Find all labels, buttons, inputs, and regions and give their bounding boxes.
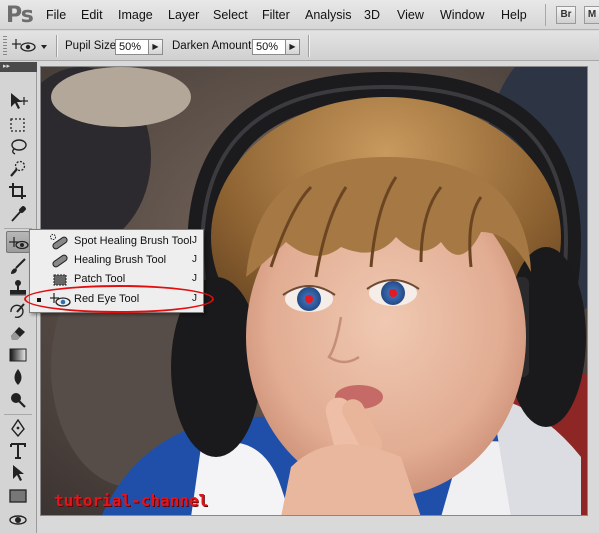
brush-tool[interactable] xyxy=(6,255,30,277)
watermark-text: tutorial-channel xyxy=(54,491,209,510)
history-brush-icon xyxy=(10,303,25,319)
dodge-tool[interactable] xyxy=(6,389,30,411)
pen-icon xyxy=(11,419,25,437)
mini-bridge-button[interactable]: M xyxy=(584,6,599,24)
crop-tool[interactable] xyxy=(6,180,30,202)
blur-drop-icon xyxy=(14,369,22,385)
menu-image[interactable]: Image xyxy=(118,8,153,22)
path-selection-tool[interactable] xyxy=(6,462,30,484)
flyout-label: Patch Tool xyxy=(74,273,126,285)
options-grip[interactable] xyxy=(3,36,7,56)
menu-help[interactable]: Help xyxy=(501,8,527,22)
red-eye-tool[interactable] xyxy=(6,231,30,253)
type-tool[interactable] xyxy=(6,440,30,462)
eraser-icon xyxy=(11,327,25,340)
pupil-size-field[interactable]: 50% xyxy=(115,39,149,55)
options-bar: Pupil Size: 50% ▶ Darken Amount: 50% ▶ xyxy=(0,31,599,61)
flyout-label: Healing Brush Tool xyxy=(74,254,167,266)
path-selection-icon xyxy=(13,465,24,481)
darken-amount-label: Darken Amount: xyxy=(172,40,255,52)
marquee-tool[interactable] xyxy=(6,114,30,136)
options-separator xyxy=(56,35,57,57)
menu-edit[interactable]: Edit xyxy=(81,8,103,22)
flyout-item-spot-healing-brush[interactable]: Spot Healing Brush Tool J xyxy=(30,232,203,251)
gradient-tool[interactable] xyxy=(6,344,30,366)
quick-selection-tool[interactable] xyxy=(6,158,30,180)
rectangle-tool[interactable] xyxy=(6,485,30,507)
flyout-shortcut: J xyxy=(192,235,197,246)
clone-stamp-icon xyxy=(10,280,26,296)
menu-window[interactable]: Window xyxy=(440,8,484,22)
spot-healing-brush-icon xyxy=(50,234,68,250)
menu-separator xyxy=(545,4,546,26)
quick-selection-icon xyxy=(10,160,26,177)
tools-separator xyxy=(4,414,32,415)
move-tool[interactable] xyxy=(6,90,30,112)
menu-bar: Ps File Edit Image Layer Select Filter A… xyxy=(0,0,599,30)
tools-panel-collapse[interactable]: ▸▸ xyxy=(0,62,37,72)
menu-analysis[interactable]: Analysis xyxy=(305,8,352,22)
menu-view[interactable]: View xyxy=(397,8,424,22)
gradient-icon xyxy=(9,348,27,362)
photoshop-logo: Ps xyxy=(6,3,34,28)
bridge-button[interactable]: Br xyxy=(556,6,576,24)
tools-separator xyxy=(4,228,32,229)
rectangular-marquee-icon xyxy=(10,118,25,132)
flyout-shortcut: J xyxy=(192,254,197,265)
pupil-size-label: Pupil Size: xyxy=(65,40,120,52)
red-eye-tool-icon xyxy=(12,39,47,52)
lasso-icon xyxy=(11,139,27,155)
options-separator xyxy=(308,35,309,57)
menu-filter[interactable]: Filter xyxy=(262,8,290,22)
red-eye-icon xyxy=(9,237,29,250)
flyout-label: Spot Healing Brush Tool xyxy=(74,235,192,247)
move-icon xyxy=(11,93,28,109)
type-icon xyxy=(10,443,26,459)
menu-layer[interactable]: Layer xyxy=(168,8,199,22)
brush-icon xyxy=(11,258,26,274)
eyedropper-tool[interactable] xyxy=(6,203,30,225)
flyout-item-healing-brush[interactable]: Healing Brush Tool J xyxy=(30,251,203,270)
tool-preset-picker[interactable] xyxy=(12,37,50,55)
flyout-shortcut: J xyxy=(192,273,197,284)
darken-amount-field[interactable]: 50% xyxy=(252,39,286,55)
pupil-size-slider-arrow[interactable]: ▶ xyxy=(149,39,163,55)
lasso-tool[interactable] xyxy=(6,136,30,158)
3d-rotate-icon xyxy=(9,515,27,525)
red-highlight-ellipse xyxy=(24,285,214,313)
pen-tool[interactable] xyxy=(6,417,30,439)
3d-rotate-tool[interactable] xyxy=(6,509,30,531)
dodge-icon xyxy=(11,393,26,408)
healing-brush-icon xyxy=(52,254,68,268)
eyedropper-icon xyxy=(11,206,26,222)
menu-select[interactable]: Select xyxy=(213,8,248,22)
history-brush-tool[interactable] xyxy=(6,300,30,322)
eraser-tool[interactable] xyxy=(6,322,30,344)
crop-icon xyxy=(9,183,26,199)
menu-3d[interactable]: 3D xyxy=(364,8,380,22)
darken-amount-slider-arrow[interactable]: ▶ xyxy=(286,39,300,55)
patch-icon xyxy=(53,274,67,286)
menu-file[interactable]: File xyxy=(46,8,66,22)
rectangle-shape-icon xyxy=(9,489,27,503)
blur-tool[interactable] xyxy=(6,366,30,388)
